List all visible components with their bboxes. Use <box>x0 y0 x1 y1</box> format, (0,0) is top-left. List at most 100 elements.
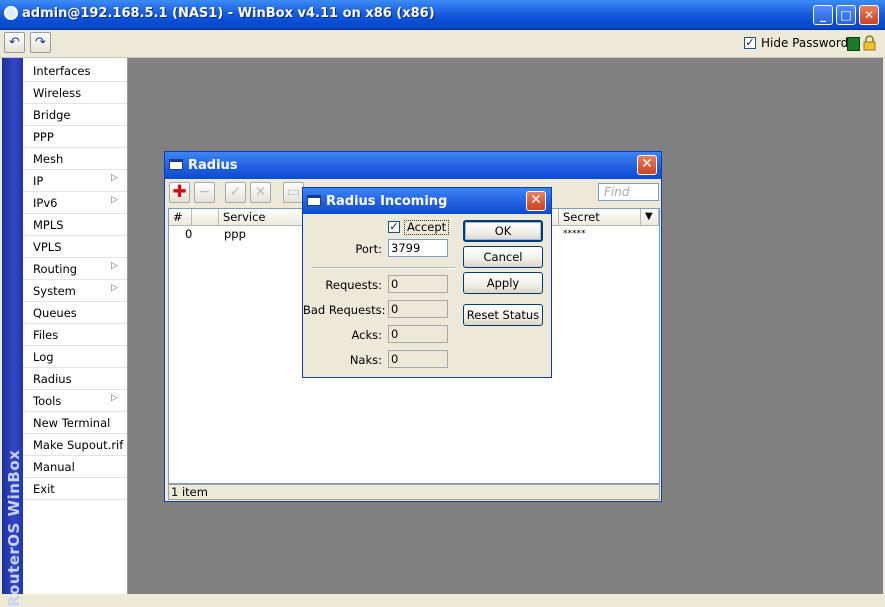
acks-label: Acks: <box>351 328 382 342</box>
radius-window-title: Radius <box>188 158 238 173</box>
row-0-number: 0 <box>185 227 193 241</box>
find-input[interactable]: Find <box>598 183 659 201</box>
minimize-button[interactable]: _ <box>813 5 833 25</box>
bad-requests-label: Bad Requests: <box>303 303 386 317</box>
sidebar-item-label: IP <box>33 174 44 188</box>
acks-field: 0 <box>388 325 448 343</box>
remove-icon[interactable]: − <box>194 182 215 203</box>
sidebar-item-ipv6[interactable]: IPv6 ▷ <box>23 192 127 214</box>
sidebar-item-radius[interactable]: Radius <box>23 368 127 390</box>
sidebar-item-manual[interactable]: Manual <box>23 456 127 478</box>
radius-window-titlebar[interactable]: Radius ✕ <box>165 152 661 179</box>
comment-icon[interactable]: ▭ <box>283 182 304 203</box>
radius-incoming-close-button[interactable]: ✕ <box>526 191 546 211</box>
window-icon <box>307 195 321 206</box>
bad-requests-field: 0 <box>388 300 448 318</box>
sidebar-item-label: Queues <box>33 306 77 320</box>
window-icon <box>169 159 183 170</box>
row-0-secret: ***** <box>563 229 586 239</box>
brand-text: RouterOS WinBox <box>5 449 23 607</box>
accept-label[interactable]: Accept <box>404 220 450 235</box>
sidebar-item-label: IPv6 <box>33 196 58 210</box>
add-icon[interactable]: ✚ <box>169 182 190 203</box>
sidebar-item-label: Make Supout.rif <box>33 438 124 452</box>
maximize-button[interactable]: □ <box>836 5 856 25</box>
sidebar-item-system[interactable]: System ▷ <box>23 280 127 302</box>
sidebar-item-label: Tools <box>33 394 62 408</box>
sidebar-item-queues[interactable]: Queues <box>23 302 127 324</box>
sidebar-item-label: Radius <box>33 372 72 386</box>
sidebar-item-label: System <box>33 284 76 298</box>
sidebar-item-label: Wireless <box>33 86 82 100</box>
sidebar-menu: Interfaces Wireless Bridge PPP Mesh IP ▷ IPv6 ▷ M… <box>23 58 128 594</box>
sidebar-item-label: PPP <box>33 130 54 144</box>
sidebar-item-label: VPLS <box>33 240 62 254</box>
submenu-arrow-icon: ▷ <box>111 283 118 293</box>
sidebar-item-log[interactable]: Log <box>23 346 127 368</box>
reset-status-button[interactable]: Reset Status <box>463 304 543 326</box>
sidebar-item-label: Log <box>33 350 54 364</box>
port-field[interactable]: 3799 <box>388 239 448 257</box>
separator <box>312 267 455 269</box>
requests-label: Requests: <box>325 278 382 292</box>
port-label: Port: <box>355 242 382 256</box>
requests-field: 0 <box>388 275 448 293</box>
naks-field: 0 <box>388 350 448 368</box>
sidebar-item-bridge[interactable]: Bridge <box>23 104 127 126</box>
submenu-arrow-icon: ▷ <box>111 173 118 183</box>
sidebar-item-mpls[interactable]: MPLS <box>23 214 127 236</box>
column-header-flags[interactable] <box>192 209 219 226</box>
sidebar-item-ip[interactable]: IP ▷ <box>23 170 127 192</box>
sidebar-item-interfaces[interactable]: Interfaces <box>23 60 127 82</box>
sidebar-item-label: Files <box>33 328 59 342</box>
sidebar-item-label: Interfaces <box>33 64 91 78</box>
sidebar-item-exit[interactable]: Exit <box>23 478 127 500</box>
sidebar-item-label: Bridge <box>33 108 71 122</box>
sidebar-item-label: Exit <box>33 482 55 496</box>
winbox-brand-strip: RouterOS WinBox <box>2 58 23 607</box>
disable-icon[interactable]: ✕ <box>250 182 271 203</box>
sidebar-item-label: MPLS <box>33 218 64 232</box>
winbox-app-icon <box>4 6 18 20</box>
redo-icon[interactable]: ↷ <box>30 32 51 53</box>
accept-checkbox[interactable]: ✓ <box>388 221 400 233</box>
connection-status-icon <box>847 37 860 51</box>
sidebar-item-wireless[interactable]: Wireless <box>23 82 127 104</box>
column-menu-dropdown-icon[interactable]: ▼ <box>641 209 659 226</box>
sidebar-item-vpls[interactable]: VPLS <box>23 236 127 258</box>
sidebar-item-new-terminal[interactable]: New Terminal <box>23 412 127 434</box>
apply-button[interactable]: Apply <box>463 272 543 294</box>
sidebar-item-files[interactable]: Files <box>23 324 127 346</box>
naks-label: Naks: <box>349 353 382 367</box>
sidebar-item-label: Mesh <box>33 152 64 166</box>
column-header-secret[interactable]: Secret <box>559 209 641 226</box>
sidebar-item-ppp[interactable]: PPP <box>23 126 127 148</box>
undo-icon[interactable]: ↶ <box>4 32 25 53</box>
column-header-number[interactable]: # <box>169 209 192 226</box>
sidebar-item-tools[interactable]: Tools ▷ <box>23 390 127 412</box>
submenu-arrow-icon: ▷ <box>111 195 118 205</box>
lock-icon <box>863 35 876 51</box>
window-title: admin@192.168.5.1 (NAS1) - WinBox v4.11 … <box>22 6 435 21</box>
radius-incoming-title: Radius Incoming <box>326 194 448 209</box>
cancel-button[interactable]: Cancel <box>463 246 543 268</box>
sidebar-item-make-supout-rif[interactable]: Make Supout.rif <box>23 434 127 456</box>
radius-incoming-titlebar[interactable]: Radius Incoming ✕ <box>303 188 551 214</box>
close-button[interactable]: ✕ <box>859 5 879 25</box>
submenu-arrow-icon: ▷ <box>111 393 118 403</box>
submenu-arrow-icon: ▷ <box>111 261 118 271</box>
sidebar-item-mesh[interactable]: Mesh <box>23 148 127 170</box>
main-titlebar: admin@192.168.5.1 (NAS1) - WinBox v4.11 … <box>0 0 885 30</box>
ok-button[interactable]: OK <box>463 220 543 242</box>
hide-passwords-checkbox[interactable]: ✓ <box>744 37 756 49</box>
sidebar-item-label: Routing <box>33 262 78 276</box>
status-bar: 1 item <box>168 484 660 500</box>
sidebar-item-label: Manual <box>33 460 75 474</box>
radius-window-close-button[interactable]: ✕ <box>637 155 657 175</box>
enable-icon[interactable]: ✓ <box>225 182 246 203</box>
sidebar-item-label: New Terminal <box>33 416 111 430</box>
row-0-service[interactable]: ppp <box>224 227 246 241</box>
sidebar-item-routing[interactable]: Routing ▷ <box>23 258 127 280</box>
hide-passwords-label: Hide Passwords <box>761 36 855 50</box>
radius-incoming-window: Radius Incoming ✕ ✓ Accept Port: 3799 Re… <box>302 187 552 378</box>
